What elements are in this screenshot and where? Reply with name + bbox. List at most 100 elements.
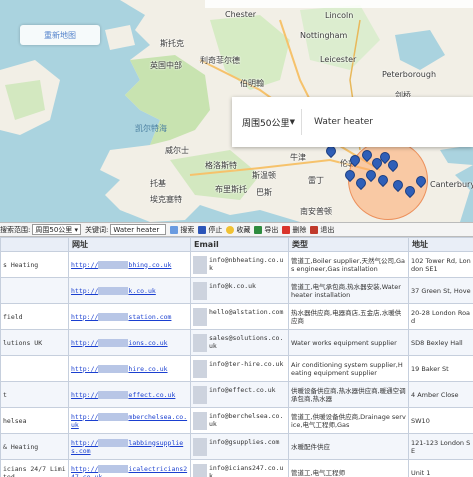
map-search-panel: 周围50公里 ▼ bbox=[232, 97, 473, 147]
redacted-block bbox=[193, 411, 207, 430]
cell-name bbox=[0, 355, 69, 382]
toolbar: 搜索范围: 周围50公里 ▾ 关键词: Water heater 搜索 停止 收… bbox=[0, 222, 473, 237]
cell-name bbox=[0, 277, 69, 304]
redacted-block bbox=[193, 437, 207, 456]
cell-address: 121-123 London SE bbox=[408, 433, 473, 460]
cell-address: SD8 Bexley Hall bbox=[408, 329, 473, 356]
cell-email: info@ gsupplies.com bbox=[190, 433, 289, 460]
sea-label: 凯尔特海 bbox=[135, 124, 167, 133]
column-header-url[interactable]: 网址 bbox=[68, 237, 191, 252]
range-select[interactable]: 周围50公里 ▾ bbox=[32, 224, 82, 235]
table-row[interactable]: helsea http://mberchelsea.co.uk info@ berch… bbox=[0, 407, 473, 434]
radius-select[interactable]: 周围50公里 ▼ bbox=[242, 109, 302, 135]
city-label: Canterbury bbox=[430, 180, 473, 189]
stop-icon bbox=[198, 225, 207, 234]
redacted-block bbox=[98, 438, 129, 447]
range-field: 搜索范围: 周围50公里 ▾ bbox=[0, 224, 82, 235]
table-row[interactable]: lutions UK http://ions.co.uk sales@ solutio… bbox=[0, 329, 473, 356]
table-row[interactable]: t http://effect.co.uk info@ effect.co.uk 供暖设… bbox=[0, 381, 473, 408]
radius-select-value: 周围50公里 bbox=[242, 118, 290, 129]
city-label: 托基 bbox=[150, 179, 166, 188]
delete-icon bbox=[282, 225, 291, 234]
cell-url[interactable]: http://k.co.uk bbox=[68, 277, 191, 304]
column-header-email[interactable]: Email bbox=[190, 237, 289, 252]
keyword-input[interactable] bbox=[314, 117, 454, 127]
delete-button-label: 删除 bbox=[292, 225, 307, 234]
excel-icon bbox=[254, 225, 263, 234]
city-label: 斯托克 bbox=[160, 39, 184, 48]
keyword-field: 关键词: Water heater bbox=[85, 224, 167, 235]
cell-type: 供暖设备供应商,热水器供应商,暖通空调承包商,热水器 bbox=[288, 381, 409, 408]
cell-url[interactable]: http://ions.co.uk bbox=[68, 329, 191, 356]
cell-email: info@ ter-hire.co.uk bbox=[190, 355, 289, 382]
cell-address: Unit 1 bbox=[408, 459, 473, 477]
search-icon bbox=[170, 225, 179, 234]
delete-button[interactable]: 删除 bbox=[282, 225, 306, 235]
map-view[interactable]: 重新地图 Chester Lincoln 斯托克 Nottingham 利奇菲尔… bbox=[0, 0, 473, 222]
search-button-label: 搜索 bbox=[180, 225, 195, 234]
exit-icon bbox=[310, 225, 319, 234]
city-label: 伯明翰 bbox=[240, 79, 264, 88]
redacted-block bbox=[98, 312, 129, 321]
cell-name: field bbox=[0, 303, 69, 330]
cell-url[interactable]: http://labbingsupplies.com bbox=[68, 433, 191, 460]
city-label: Nottingham bbox=[300, 31, 348, 40]
export-button[interactable]: 导出 bbox=[254, 225, 278, 235]
cell-url[interactable]: http://bhing.co.uk bbox=[68, 251, 191, 278]
table-row[interactable]: icians 24/7 Limited http://icalectricians… bbox=[0, 459, 473, 477]
region-label: 英国中部 bbox=[150, 61, 182, 70]
city-label: Lincoln bbox=[325, 11, 354, 20]
redacted-block bbox=[98, 338, 129, 347]
redacted-block bbox=[193, 307, 207, 326]
cell-address: 20-28 London Road bbox=[408, 303, 473, 330]
city-label: 斯温顿 bbox=[252, 171, 276, 180]
table-header-row: 网址 Email 类型 地址 bbox=[0, 237, 473, 252]
table-row[interactable]: field http://station.com hello@ alstation.c… bbox=[0, 303, 473, 330]
favorite-button[interactable]: 收藏 bbox=[226, 225, 250, 235]
column-header-name[interactable] bbox=[0, 237, 69, 252]
search-button[interactable]: 搜索 bbox=[170, 225, 194, 235]
cell-url[interactable]: http://icalectricians247.co.uk bbox=[68, 459, 191, 477]
cell-name: lutions UK bbox=[0, 329, 69, 356]
column-header-address[interactable]: 地址 bbox=[408, 237, 473, 252]
city-label: 牛津 bbox=[290, 153, 306, 162]
city-label: 南安普顿 bbox=[300, 207, 332, 216]
exit-button[interactable]: 退出 bbox=[310, 225, 334, 235]
redacted-block bbox=[193, 255, 207, 274]
cell-email: info@ berchelsea.co.uk bbox=[190, 407, 289, 434]
redacted-block bbox=[193, 333, 207, 352]
column-header-type[interactable]: 类型 bbox=[288, 237, 409, 252]
redacted-block bbox=[98, 286, 129, 295]
table-row[interactable]: http://hire.co.uk info@ ter-hire.co.uk Air … bbox=[0, 355, 473, 382]
city-label: 埃克塞特 bbox=[150, 195, 182, 204]
cell-address: 102 Tower Rd, London SE1 bbox=[408, 251, 473, 278]
cell-url[interactable]: http://station.com bbox=[68, 303, 191, 330]
cell-email: info@ nbheating.co.uk bbox=[190, 251, 289, 278]
table-row[interactable]: & Heating http://labbingsupplies.com info@… bbox=[0, 433, 473, 460]
city-label: Leicester bbox=[320, 55, 357, 64]
stop-button[interactable]: 停止 bbox=[198, 225, 222, 235]
cell-type: 管道工,供暖设备供应商,Drainage service,电气工程师,Gas bbox=[288, 407, 409, 434]
redacted-block bbox=[193, 385, 207, 404]
table-row[interactable]: http://k.co.uk info@ k.co.uk 管道工,电气承包商,热水器安… bbox=[0, 277, 473, 304]
redraw-map-button[interactable]: 重新地图 bbox=[20, 25, 100, 45]
city-label: 巴斯 bbox=[256, 188, 272, 197]
cell-email: info@ k.co.uk bbox=[190, 277, 289, 304]
toolbar-keyword-input[interactable]: Water heater bbox=[110, 224, 167, 235]
favorite-button-label: 收藏 bbox=[236, 225, 251, 234]
cell-address: SW10 bbox=[408, 407, 473, 434]
cell-url[interactable]: http://hire.co.uk bbox=[68, 355, 191, 382]
star-icon bbox=[226, 225, 235, 234]
city-label: 格洛斯特 bbox=[205, 161, 237, 170]
cell-url[interactable]: http://effect.co.uk bbox=[68, 381, 191, 408]
range-select-value: 周围50公里 bbox=[35, 225, 73, 234]
cell-url[interactable]: http://mberchelsea.co.uk bbox=[68, 407, 191, 434]
keyword-label: 关键词: bbox=[85, 225, 109, 234]
cell-address: 4 Amber Close bbox=[408, 381, 473, 408]
city-label: 雷丁 bbox=[308, 176, 324, 185]
range-label: 搜索范围: bbox=[0, 225, 31, 234]
results-table: 网址 Email 类型 地址 s Heating http://bhing.co.… bbox=[0, 237, 473, 477]
cell-address: 19 Baker St bbox=[408, 355, 473, 382]
table-row[interactable]: s Heating http://bhing.co.uk info@ nbheatin… bbox=[0, 251, 473, 278]
cell-name: & Heating bbox=[0, 433, 69, 460]
